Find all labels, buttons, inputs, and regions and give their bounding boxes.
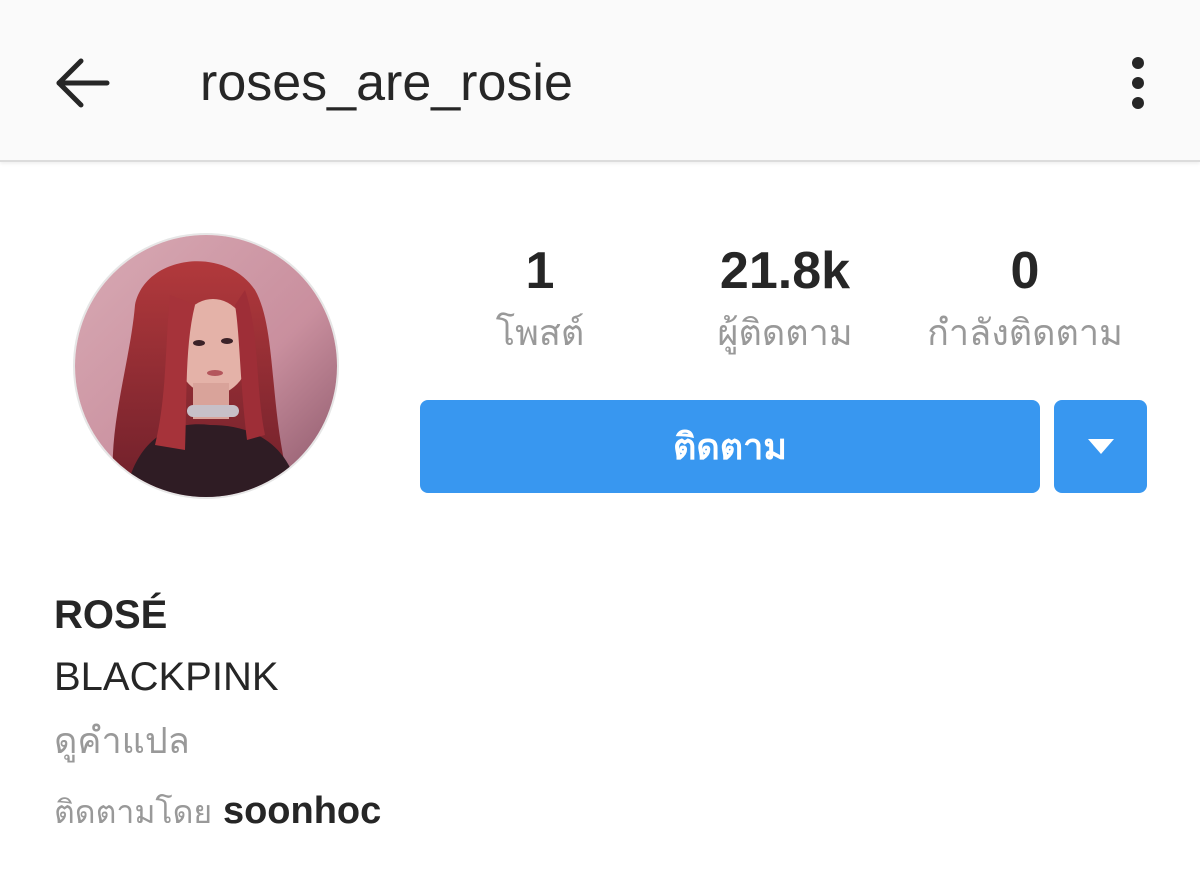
- more-vertical-icon: [1132, 57, 1144, 109]
- profile-avatar[interactable]: [73, 233, 339, 499]
- followers-count: 21.8k: [719, 242, 851, 300]
- followed-by[interactable]: ติดตามโดย soonhoc: [54, 786, 381, 837]
- stat-posts[interactable]: 1 โพสต์: [462, 238, 618, 364]
- see-translation-link[interactable]: ดูคำแปล: [54, 714, 190, 770]
- top-bar: roses_are_rosie: [0, 0, 1200, 162]
- profile-username: roses_are_rosie: [200, 54, 573, 112]
- following-count: 0: [1010, 242, 1040, 300]
- suggested-dropdown-button[interactable]: [1054, 400, 1147, 493]
- followed-by-prefix: ติดตามโดย: [54, 793, 213, 831]
- stat-following[interactable]: 0 กำลังติดตาม: [900, 238, 1150, 364]
- following-label: กำลังติดตาม: [927, 313, 1123, 354]
- follow-button[interactable]: ติดตาม: [420, 400, 1040, 493]
- profile-page: roses_are_rosie 1 โพสต์ 21.8k ผู้ติดตาม …: [0, 0, 1200, 890]
- profile-photo: [75, 235, 337, 497]
- bio-text: BLACKPINK: [54, 655, 279, 699]
- posts-label: โพสต์: [495, 313, 585, 354]
- caret-down-icon: [1087, 438, 1114, 454]
- back-button[interactable]: [46, 48, 116, 118]
- display-name: ROSÉ: [54, 593, 168, 637]
- posts-count: 1: [525, 242, 555, 300]
- followers-label: ผู้ติดตาม: [717, 313, 853, 354]
- arrow-left-icon: [56, 58, 110, 108]
- stat-followers[interactable]: 21.8k ผู้ติดตาม: [680, 238, 890, 364]
- more-options-button[interactable]: [1110, 48, 1166, 118]
- followed-by-username: soonhoc: [222, 790, 382, 832]
